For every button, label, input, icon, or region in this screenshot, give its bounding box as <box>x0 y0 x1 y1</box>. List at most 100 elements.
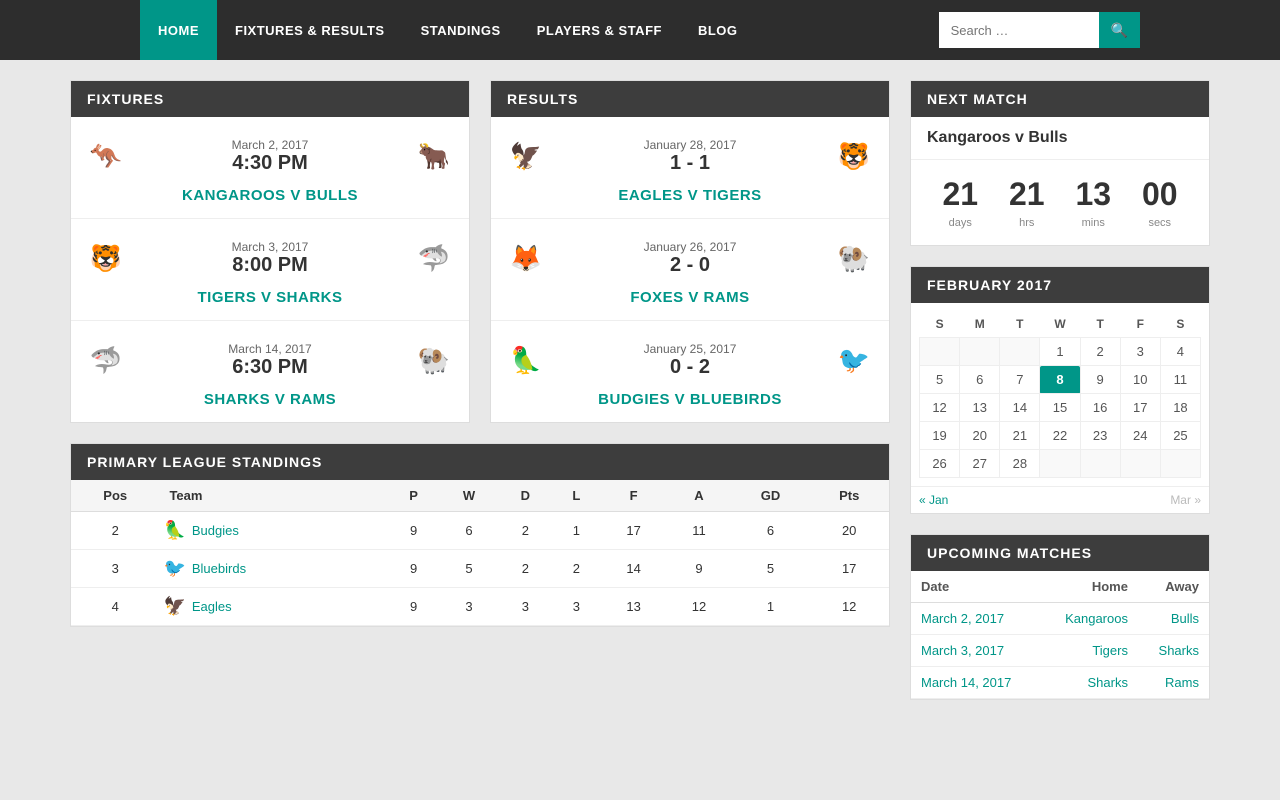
standing-pos: 2 <box>71 512 159 550</box>
mins-value: 13 <box>1075 176 1111 213</box>
nav-standings[interactable]: STANDINGS <box>403 0 519 60</box>
search-form: 🔍 <box>939 12 1140 48</box>
upcoming-date: March 2, 2017 <box>911 603 1041 635</box>
fixtures-results-row: FIXTURES 🦘 March 2, 2017 4:30 PM 🐂 KANGA… <box>70 80 890 423</box>
upcoming-date: March 3, 2017 <box>911 635 1041 667</box>
home-team-logo: 🦊 <box>501 233 551 283</box>
team-link[interactable]: Bluebirds <box>192 561 246 576</box>
match-center: March 3, 2017 8:00 PM <box>131 240 409 277</box>
secs-label: secs <box>1148 217 1171 229</box>
nav-links: HOME FIXTURES & RESULTS STANDINGS PLAYER… <box>140 0 756 60</box>
results-panel: RESULTS 🦅 January 28, 2017 1 - 1 🐯 EAGLE… <box>490 80 890 423</box>
match-title: SHARKS V RAMS <box>204 391 336 408</box>
team-link[interactable]: Eagles <box>192 599 232 614</box>
match-date: March 2, 2017 <box>131 138 409 152</box>
next-match-header: NEXT MATCH <box>911 81 1209 117</box>
match-title: EAGLES V TIGERS <box>618 187 761 204</box>
col-pos: Pos <box>71 480 159 512</box>
fixtures-header: FIXTURES <box>71 81 469 117</box>
team-icon: 🦅 <box>163 596 185 617</box>
nav-players[interactable]: PLAYERS & STAFF <box>519 0 680 60</box>
calendar-week: 19 20 21 22 23 24 25 <box>920 422 1201 450</box>
fixtures-panel: FIXTURES 🦘 March 2, 2017 4:30 PM 🐂 KANGA… <box>70 80 470 423</box>
secs-value: 00 <box>1142 176 1178 213</box>
standing-pos: 3 <box>71 550 159 588</box>
match-title: TIGERS V SHARKS <box>197 289 342 306</box>
left-column: FIXTURES 🦘 March 2, 2017 4:30 PM 🐂 KANGA… <box>70 80 890 700</box>
home-team-logo: 🦜 <box>501 335 551 385</box>
match-date: January 26, 2017 <box>551 240 829 254</box>
upcoming-home: Sharks <box>1041 667 1138 699</box>
team-link[interactable]: Budgies <box>192 523 239 538</box>
match-teams-row: 🦜 January 25, 2017 0 - 2 🐦 <box>501 335 879 385</box>
home-team-logo: 🦈 <box>81 335 131 385</box>
col-w: W <box>439 480 499 512</box>
col-f: F <box>601 480 666 512</box>
days-value: 21 <box>942 176 978 213</box>
search-button[interactable]: 🔍 <box>1099 12 1140 48</box>
navbar: HOME FIXTURES & RESULTS STANDINGS PLAYER… <box>0 0 1280 60</box>
table-row: 3 🐦 Bluebirds 9 5 2 2 14 9 <box>71 550 889 588</box>
col-d: D <box>499 480 552 512</box>
match-center: March 2, 2017 4:30 PM <box>131 138 409 175</box>
countdown-secs: 00 secs <box>1142 176 1178 229</box>
nav-fixtures[interactable]: FIXTURES & RESULTS <box>217 0 403 60</box>
search-input[interactable] <box>939 12 1099 48</box>
cal-prev-link[interactable]: « Jan <box>919 493 948 507</box>
match-date: March 3, 2017 <box>131 240 409 254</box>
calendar-week: 12 13 14 15 16 17 18 <box>920 394 1201 422</box>
upcoming-date: March 14, 2017 <box>911 667 1041 699</box>
calendar-panel: FEBRUARY 2017 S M T W T F S <box>910 266 1210 514</box>
upcoming-away: Rams <box>1138 667 1209 699</box>
match-teams-row: 🐯 March 3, 2017 8:00 PM 🦈 <box>81 233 459 283</box>
match-teams-row: 🦈 March 14, 2017 6:30 PM 🐏 <box>81 335 459 385</box>
next-match-panel: NEXT MATCH Kangaroos v Bulls 21 days 21 … <box>910 80 1210 246</box>
match-title: BUDGIES V BLUEBIRDS <box>598 391 782 408</box>
match-center: January 26, 2017 2 - 0 <box>551 240 829 277</box>
home-team-logo: 🐯 <box>81 233 131 283</box>
next-match-title: Kangaroos v Bulls <box>911 117 1209 160</box>
col-pts: Pts <box>809 480 889 512</box>
countdown-hrs: 21 hrs <box>1009 176 1045 229</box>
away-team-logo: 🐏 <box>829 233 879 283</box>
hrs-label: hrs <box>1019 217 1034 229</box>
result-item: 🦅 January 28, 2017 1 - 1 🐯 EAGLES V TIGE… <box>491 117 889 219</box>
upcoming-home: Kangaroos <box>1041 603 1138 635</box>
standing-team: 🐦 Bluebirds <box>159 550 388 588</box>
team-icon: 🦜 <box>163 520 185 541</box>
fixture-item: 🦘 March 2, 2017 4:30 PM 🐂 KANGAROOS V BU… <box>71 117 469 219</box>
upcoming-panel: UPCOMING MATCHES Date Home Away March 2,… <box>910 534 1210 700</box>
match-score: 0 - 2 <box>551 356 829 379</box>
table-row: March 3, 2017 Tigers Sharks <box>911 635 1209 667</box>
table-row: 4 🦅 Eagles 9 3 3 3 13 12 1 <box>71 588 889 626</box>
col-team: Team <box>159 480 388 512</box>
mins-label: mins <box>1082 217 1105 229</box>
upcoming-away: Sharks <box>1138 635 1209 667</box>
countdown-mins: 13 mins <box>1075 176 1111 229</box>
match-teams-row: 🦅 January 28, 2017 1 - 1 🐯 <box>501 131 879 181</box>
cal-next-link[interactable]: Mar » <box>1170 493 1201 507</box>
calendar-week: 1 2 3 4 <box>920 338 1201 366</box>
match-time: 8:00 PM <box>131 254 409 277</box>
match-center: March 14, 2017 6:30 PM <box>131 342 409 379</box>
nav-blog[interactable]: BLOG <box>680 0 756 60</box>
standings-header-row: Pos Team P W D L F A GD Pts <box>71 480 889 512</box>
result-item: 🦊 January 26, 2017 2 - 0 🐏 FOXES V RAMS <box>491 219 889 321</box>
calendar-week: 5 6 7 8 9 10 11 <box>920 366 1201 394</box>
match-date: January 25, 2017 <box>551 342 829 356</box>
fixture-item: 🦈 March 14, 2017 6:30 PM 🐏 SHARKS V RAMS <box>71 321 469 422</box>
away-team-logo: 🐏 <box>409 335 459 385</box>
calendar-header: FEBRUARY 2017 <box>911 267 1209 303</box>
match-title: FOXES V RAMS <box>630 289 749 306</box>
col-a: A <box>666 480 731 512</box>
calendar-week: 26 27 28 <box>920 450 1201 478</box>
days-label: days <box>949 217 972 229</box>
match-time: 6:30 PM <box>131 356 409 379</box>
match-date: January 28, 2017 <box>551 138 829 152</box>
nav-home[interactable]: HOME <box>140 0 217 60</box>
away-team-logo: 🐂 <box>409 131 459 181</box>
result-item: 🦜 January 25, 2017 0 - 2 🐦 BUDGIES V BLU… <box>491 321 889 422</box>
countdown-days: 21 days <box>942 176 978 229</box>
table-row: March 14, 2017 Sharks Rams <box>911 667 1209 699</box>
match-score: 1 - 1 <box>551 152 829 175</box>
